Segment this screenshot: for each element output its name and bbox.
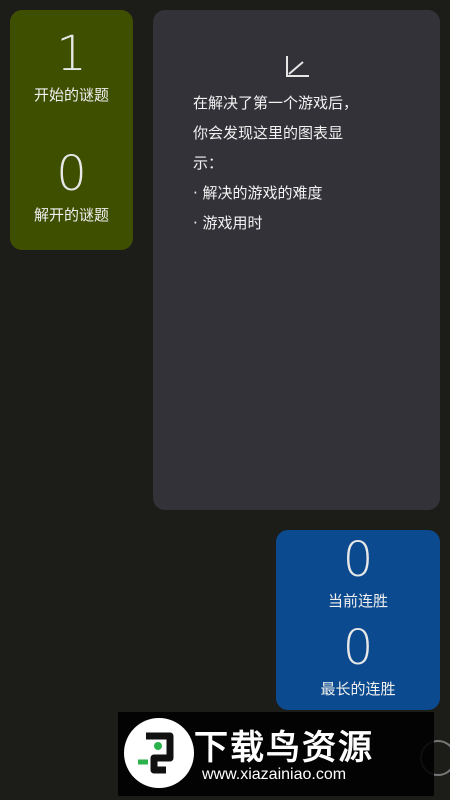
longest-streak-count: 0 xyxy=(342,620,374,676)
current-streak-stat: 0 当前连胜 xyxy=(276,534,440,611)
solved-count: 0 xyxy=(56,146,87,202)
watermark-url: www.xiazainiao.com xyxy=(202,766,347,783)
puzzle-stats-card: 1 开始的谜题 0 解开的谜题 xyxy=(10,10,133,250)
chart-text-line: 示： xyxy=(193,154,224,172)
bird-logo-icon xyxy=(138,732,174,774)
started-label: 开始的谜题 xyxy=(33,86,109,104)
watermark-title: 下载鸟资源 xyxy=(194,728,374,768)
chart-placeholder-text: 在解决了第一个游戏后， 你会发现这里的图表显 示： · 解决的游戏的难度 · 游… xyxy=(193,88,413,238)
longest-streak-stat: 0 最长的连胜 xyxy=(276,622,440,699)
chart-bullet-difficulty: · 解决的游戏的难度 xyxy=(193,184,323,202)
started-stat: 1 开始的谜题 xyxy=(10,28,133,105)
current-streak-count: 0 xyxy=(342,532,374,588)
started-count: 1 xyxy=(56,26,87,82)
chart-panel: 在解决了第一个游戏后， 你会发现这里的图表显 示： · 解决的游戏的难度 · 游… xyxy=(153,10,440,510)
solved-stat: 0 解开的谜题 xyxy=(10,148,133,225)
watermark-logo xyxy=(124,718,194,788)
current-streak-label: 当前连胜 xyxy=(327,592,388,610)
longest-streak-label: 最长的连胜 xyxy=(320,680,396,698)
chart-text-line: 在解决了第一个游戏后， xyxy=(193,94,359,112)
watermark-banner: 下载鸟资源 www.xiazainiao.com xyxy=(118,712,434,796)
streak-card: 0 当前连胜 0 最长的连胜 xyxy=(276,530,440,710)
chart-bullet-time: · 游戏用时 xyxy=(193,214,263,232)
chart-text-line: 你会发现这里的图表显 xyxy=(193,124,344,142)
solved-label: 解开的谜题 xyxy=(33,206,109,224)
chart-icon xyxy=(286,56,309,77)
